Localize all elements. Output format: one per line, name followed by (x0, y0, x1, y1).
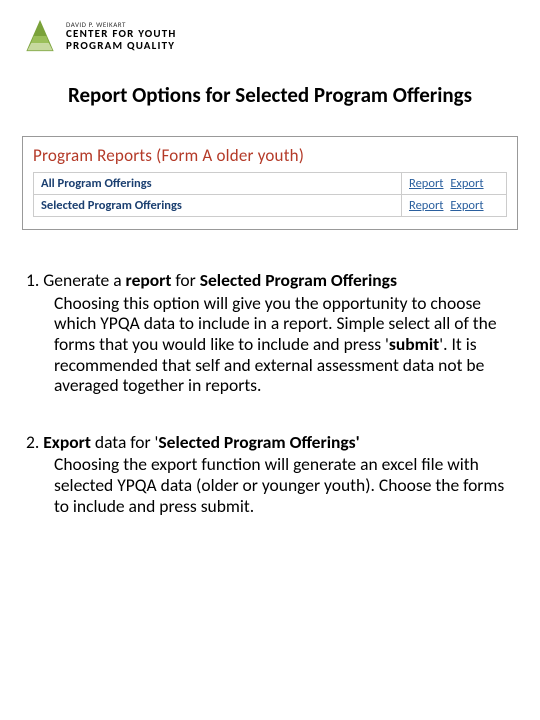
section-2-num: 2. (26, 431, 43, 453)
report-link[interactable]: Report (409, 198, 444, 213)
section-2-lead-bold2: Selected Program Offerings' (158, 431, 359, 453)
reports-panel: Program Reports (Form A older youth) All… (22, 136, 518, 230)
section-1-lead-mid: for (171, 269, 199, 291)
section-2-lead: 2. Export data for 'Selected Program Off… (26, 432, 514, 453)
panel-heading: Program Reports (Form A older youth) (33, 145, 507, 166)
section-1-desc: Choosing this option will give you the o… (26, 293, 514, 396)
table-row: All Program Offerings Report Export (34, 173, 507, 195)
export-link[interactable]: Export (450, 198, 483, 213)
logo-text: DAVID P. WEIKART CENTER FOR YOUTH PROGRA… (66, 21, 177, 51)
section-1: 1. Generate a report for Selected Progra… (22, 270, 518, 396)
row-label: Selected Program Offerings (34, 195, 402, 217)
export-link[interactable]: Export (450, 176, 483, 191)
section-1-desc-bold: submit (389, 333, 439, 355)
row-actions: Report Export (402, 173, 507, 195)
section-2: 2. Export data for 'Selected Program Off… (22, 432, 518, 517)
section-1-lead-pre: Generate a (43, 269, 125, 291)
section-2-desc: Choosing the export function will genera… (26, 454, 514, 516)
report-link[interactable]: Report (409, 176, 444, 191)
section-1-lead-bold2: Selected Program Offerings (200, 269, 397, 291)
header-logo: DAVID P. WEIKART CENTER FOR YOUTH PROGRA… (22, 18, 518, 54)
section-1-lead: 1. Generate a report for Selected Progra… (26, 270, 514, 291)
section-2-lead-bold1: Export (43, 431, 91, 453)
logo-text-line2: PROGRAM QUALITY (66, 40, 177, 52)
table-row: Selected Program Offerings Report Export (34, 195, 507, 217)
section-1-lead-bold1: report (126, 269, 172, 291)
row-label: All Program Offerings (34, 173, 402, 195)
row-actions: Report Export (402, 195, 507, 217)
page-title: Report Options for Selected Program Offe… (22, 82, 518, 108)
reports-table: All Program Offerings Report Export Sele… (33, 172, 507, 217)
section-1-num: 1. (26, 269, 43, 291)
section-2-lead-mid: data for ' (91, 431, 158, 453)
logo-text-line1: CENTER FOR YOUTH (66, 28, 177, 40)
logo-pyramid-icon (22, 18, 58, 54)
